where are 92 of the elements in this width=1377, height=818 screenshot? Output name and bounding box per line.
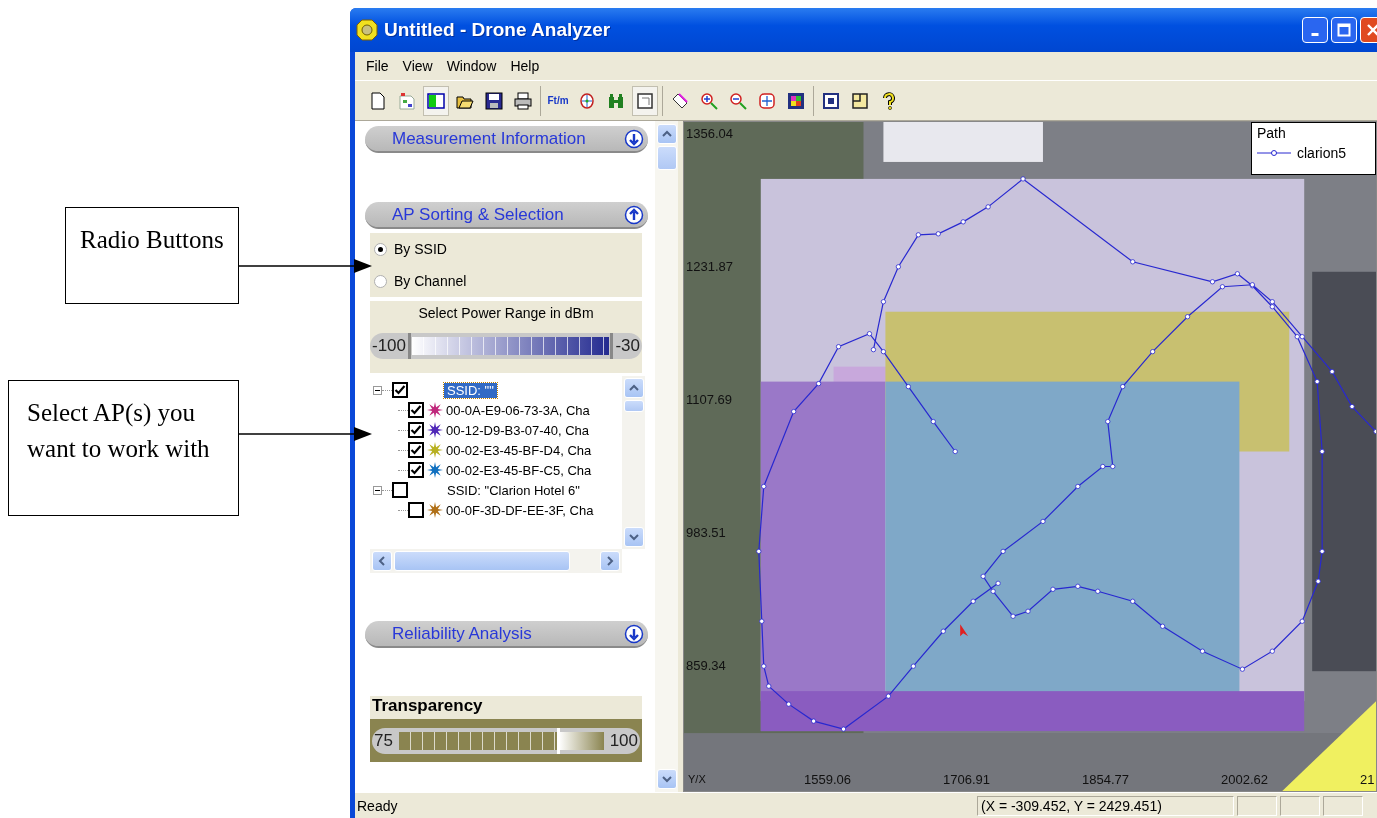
radio-button[interactable]: By Channel: [374, 273, 642, 289]
map-icon: [398, 91, 416, 110]
tree-item[interactable]: 00-02-E3-45-BF-C5, Cha: [446, 462, 592, 478]
units-icon: Ft/m: [547, 91, 569, 110]
checkbox[interactable]: [408, 422, 424, 438]
axis-label: 1706.91: [943, 772, 990, 787]
app-icon: [356, 19, 378, 41]
axis-label: 859.34: [686, 658, 726, 673]
section-header[interactable]: Reliability Analysis: [365, 621, 648, 648]
arrow-down-icon[interactable]: [624, 623, 644, 644]
collapse-toggle[interactable]: [373, 485, 382, 495]
cursor-icon: [960, 624, 969, 637]
window-title: Untitled - Drone Analyzer: [384, 19, 612, 41]
tree-item[interactable]: SSID: "": [444, 382, 497, 398]
collapse-toggle[interactable]: [373, 385, 382, 395]
status-panel: [1323, 795, 1363, 816]
checkbox[interactable]: [392, 382, 408, 398]
printer-icon: [514, 91, 532, 110]
arrow-up-icon[interactable]: [624, 204, 644, 225]
scrollbar[interactable]: [655, 121, 678, 792]
axis-label: 1356.04: [686, 126, 733, 141]
slider-min-label: 75: [374, 730, 393, 751]
columns-icon: [427, 91, 445, 110]
tree-item[interactable]: 00-0F-3D-DF-EE-3F, Cha: [446, 502, 594, 518]
arrow-down-icon[interactable]: [624, 128, 644, 149]
radio-label: By SSID: [394, 241, 447, 257]
radio-button[interactable]: By SSID: [374, 241, 642, 257]
scrollbar-thumb[interactable]: [656, 146, 677, 170]
checkbox[interactable]: [392, 482, 408, 498]
axis-label: 1231.87: [686, 259, 733, 274]
toolbar-button[interactable]: [423, 85, 449, 116]
binoculars-icon: [607, 91, 625, 110]
checkbox[interactable]: [408, 402, 424, 418]
axis-label: 983.51: [686, 525, 726, 540]
legend-line-icon: [1257, 149, 1291, 157]
tree-item[interactable]: 00-12-D9-B3-07-40, Cha: [446, 422, 590, 438]
scrollbar[interactable]: [622, 376, 645, 549]
slider-max-label: -30: [615, 336, 640, 356]
frame-icon: [636, 91, 654, 110]
axis-label: 1559.06: [804, 772, 851, 787]
minimize-button[interactable]: [1302, 17, 1328, 43]
compass-icon: [578, 91, 596, 110]
slider-min-label: -100: [372, 336, 407, 356]
checkbox[interactable]: [408, 502, 424, 518]
radio-circle[interactable]: [374, 274, 387, 288]
section-header[interactable]: Measurement Information: [365, 126, 648, 153]
document-icon: [369, 91, 387, 110]
menu-item[interactable]: Window: [439, 58, 504, 74]
callout-box: Select AP(s) you want to work with: [8, 380, 239, 516]
color-grid-icon: [787, 91, 805, 110]
coordinates-readout: (X = -309.452, Y = 2429.451): [977, 795, 1234, 816]
scrollbar[interactable]: [370, 549, 622, 573]
slider-max-label: 100: [609, 730, 638, 751]
scrollbar-thumb[interactable]: [623, 400, 644, 412]
minimize-icon: [1311, 32, 1319, 36]
axis-label: 1854.77: [1082, 772, 1129, 787]
checkbox[interactable]: [408, 442, 424, 458]
status-panel: [1280, 795, 1320, 816]
menu-item[interactable]: View: [395, 58, 440, 74]
help-icon: [880, 91, 898, 110]
square-target-icon: [822, 91, 840, 110]
section-header[interactable]: AP Sorting & Selection: [365, 202, 648, 229]
ruler-icon: [671, 91, 689, 110]
toolbar-button[interactable]: Ft/m: [545, 85, 571, 116]
checkbox[interactable]: [408, 462, 424, 478]
zoom-in-icon: [700, 91, 718, 110]
radio-label: By Channel: [394, 273, 467, 289]
callout-box: Radio Buttons: [65, 207, 239, 304]
axis-label: 2002.62: [1221, 772, 1268, 787]
menu-item[interactable]: Help: [503, 58, 547, 74]
status-panel: [1237, 795, 1277, 816]
tree-item[interactable]: SSID: "Clarion Hotel 6": [444, 482, 583, 498]
fit-view-icon: [758, 91, 776, 110]
toolbar-button[interactable]: [632, 85, 658, 116]
tree-item[interactable]: 00-02-E3-45-BF-D4, Cha: [446, 442, 592, 458]
power-range-title: Select Power Range in dBm: [418, 305, 594, 321]
axis-label: 1107.69: [686, 392, 733, 407]
power-range-slider[interactable]: [408, 333, 614, 359]
menu-item[interactable]: File: [359, 58, 396, 74]
axis-corner-label: Y/X: [688, 773, 706, 785]
legend-title: Path: [1257, 125, 1287, 141]
legend-label: clarion5: [1297, 145, 1347, 161]
close-icon: [1366, 23, 1377, 37]
maximize-icon: [1337, 23, 1351, 37]
panel-icon: [851, 91, 869, 110]
zoom-out-icon: [729, 91, 747, 110]
tree-item[interactable]: 00-0A-E9-06-73-3A, Cha: [446, 402, 590, 418]
status-text: Ready: [356, 797, 399, 814]
maximize-button[interactable]: [1331, 17, 1357, 43]
transparency-title: Transparency: [370, 696, 642, 719]
axis-label: 21: [1360, 772, 1375, 787]
radio-circle[interactable]: [374, 242, 387, 256]
